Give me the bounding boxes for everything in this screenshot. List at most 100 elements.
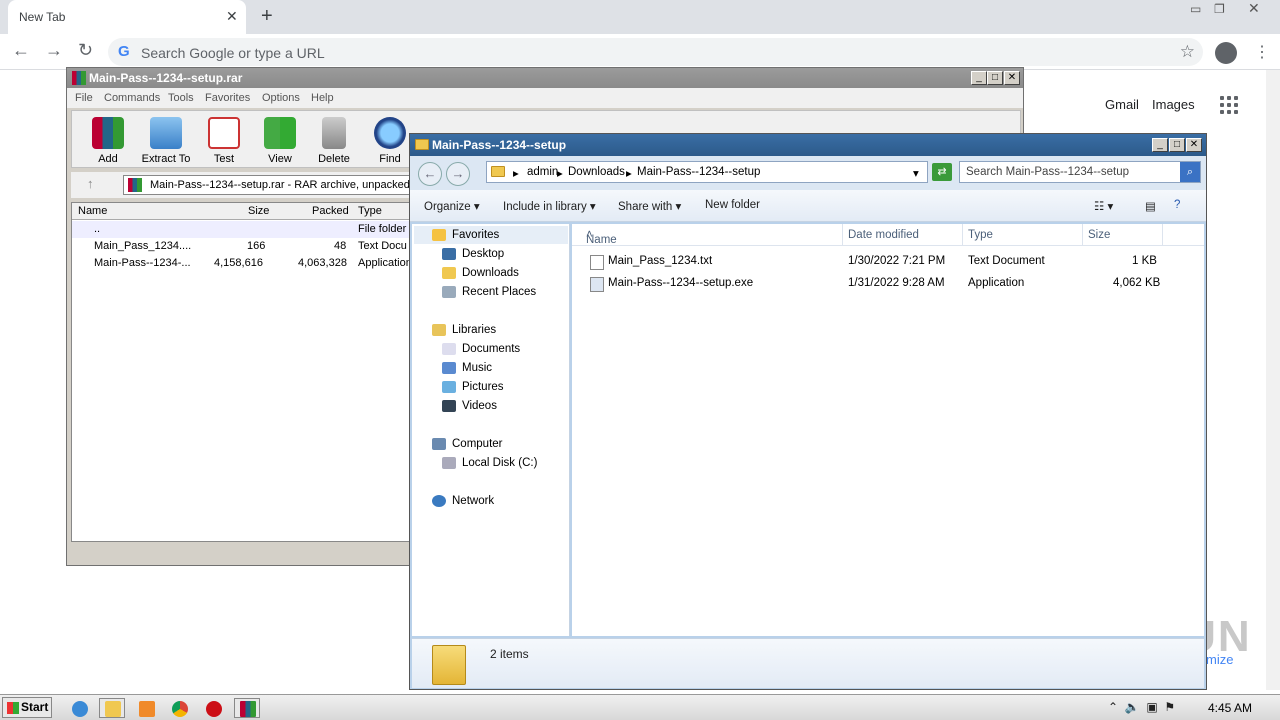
col-packed[interactable]: Packed [312, 205, 349, 217]
nav-recent-places[interactable]: Recent Places [442, 286, 536, 298]
explorer-minimize-button[interactable]: _ [1152, 138, 1168, 152]
chrome-tab-bar: New Tab ✕ + ▭ ❐ ✕ [0, 0, 1280, 34]
start-button[interactable]: Start [2, 697, 52, 718]
include-in-library-button[interactable]: Include in library ▾ [503, 199, 596, 213]
nav-videos[interactable]: Videos [442, 400, 497, 412]
forward-icon[interactable]: → [446, 162, 470, 186]
winrar-minimize-button[interactable]: _ [971, 71, 987, 85]
table-row[interactable]: Main_Pass_1234.txt 1/30/2022 7:21 PM Tex… [572, 251, 1204, 273]
reload-icon[interactable]: ↻ [78, 40, 93, 61]
videos-icon [442, 400, 456, 412]
table-row[interactable]: Main-Pass--1234--setup.exe 1/31/2022 9:2… [572, 273, 1204, 295]
nav-local-disk[interactable]: Local Disk (C:) [442, 457, 537, 469]
nav-music[interactable]: Music [442, 362, 492, 374]
share-with-button[interactable]: Share with ▾ [618, 199, 681, 213]
gmail-link[interactable]: Gmail [1105, 97, 1139, 112]
nav-documents[interactable]: Documents [442, 343, 520, 355]
magnifier-icon [374, 117, 406, 149]
nav-downloads[interactable]: Downloads [442, 267, 519, 279]
nav-favorites-label[interactable]: Favorites [432, 229, 499, 241]
search-input[interactable]: Search Main-Pass--1234--setup ⌕ [959, 161, 1201, 183]
apps-grid-icon[interactable] [1220, 96, 1240, 114]
system-tray[interactable]: ⌃ 🔈 ▣ ⚑ [1108, 700, 1175, 714]
menu-options[interactable]: Options [262, 92, 300, 104]
menu-commands[interactable]: Commands [104, 92, 160, 104]
winrar-maximize-button[interactable]: □ [987, 71, 1003, 85]
winrar-title: Main-Pass--1234--setup.rar [89, 71, 243, 85]
breadcrumb-folder[interactable]: Main-Pass--1234--setup [637, 166, 760, 178]
forward-icon[interactable]: → [45, 40, 63, 61]
ie-taskbar-icon[interactable] [66, 698, 92, 718]
up-arrow-icon[interactable]: ↑ [87, 176, 94, 191]
nav-network[interactable]: Network [432, 495, 494, 507]
media-player-taskbar-icon[interactable] [133, 698, 159, 718]
new-tab-icon[interactable]: + [261, 5, 273, 28]
winrar-titlebar[interactable]: Main-Pass--1234--setup.rar _ □ ✕ [67, 68, 1023, 88]
recent-places-icon [442, 286, 456, 298]
close-window-icon[interactable]: ✕ [1248, 0, 1260, 17]
chrome-taskbar-icon[interactable] [166, 698, 192, 718]
explorer-window: Main-Pass--1234--setup _ □ ✕ ← → ▸ admin… [409, 133, 1207, 690]
col-type[interactable]: Type [968, 229, 993, 241]
view-options-icon[interactable]: ☷ ▾ [1094, 199, 1113, 213]
bookmark-star-icon[interactable]: ☆ [1180, 42, 1195, 62]
col-type[interactable]: Type [358, 205, 382, 217]
images-link[interactable]: Images [1152, 97, 1195, 112]
text-file-icon [590, 255, 604, 270]
new-folder-button[interactable]: New folder [705, 199, 760, 211]
tab-close-icon[interactable]: ✕ [226, 8, 238, 25]
address-dropdown-icon[interactable]: ▾ [913, 166, 919, 180]
explorer-taskbar-icon[interactable] [99, 698, 125, 718]
help-icon[interactable]: ? [1174, 199, 1180, 211]
omnibox[interactable]: G Search Google or type a URL ☆ [108, 38, 1203, 66]
test-clipboard-icon [208, 117, 240, 149]
menu-help[interactable]: Help [311, 92, 334, 104]
chrome-toolbar: ← → ↻ G Search Google or type a URL ☆ [0, 34, 1280, 70]
music-icon [442, 362, 456, 374]
opera-taskbar-icon[interactable] [200, 698, 226, 718]
explorer-close-button[interactable]: ✕ [1186, 138, 1202, 152]
explorer-titlebar[interactable]: Main-Pass--1234--setup _ □ ✕ [410, 134, 1206, 156]
profile-avatar[interactable] [1215, 42, 1237, 64]
menu-kebab-icon[interactable]: ⋮ [1254, 42, 1270, 62]
nav-libraries[interactable]: Libraries [432, 324, 496, 336]
preview-pane-icon[interactable]: ▤ [1145, 199, 1156, 213]
breadcrumb-admin[interactable]: admin [527, 166, 558, 178]
explorer-maximize-button[interactable]: □ [1169, 138, 1185, 152]
col-name[interactable]: Name [78, 205, 107, 217]
extract-to-button[interactable]: Extract To [138, 117, 194, 165]
menu-favorites[interactable]: Favorites [205, 92, 250, 104]
add-button[interactable]: Add [80, 117, 136, 165]
menu-file[interactable]: File [75, 92, 93, 104]
minimize-icon[interactable]: ▭ [1190, 2, 1201, 16]
winrar-taskbar-icon[interactable] [234, 698, 260, 718]
breadcrumb[interactable]: ▸ admin ▸ Downloads ▸ Main-Pass--1234--s… [486, 161, 928, 183]
col-size[interactable]: Size [248, 205, 269, 217]
delete-button[interactable]: Delete [306, 117, 362, 165]
nav-desktop[interactable]: Desktop [442, 248, 504, 260]
view-button[interactable]: View [252, 117, 308, 165]
downloads-icon [442, 267, 456, 279]
organize-button[interactable]: Organize ▾ [424, 199, 480, 213]
col-date-modified[interactable]: Date modified [848, 229, 919, 241]
rar-archive-icon [128, 178, 142, 192]
tab-new-tab[interactable]: New Tab ✕ [8, 0, 246, 34]
navigation-pane: Favorites Desktop Downloads Recent Place… [412, 224, 570, 636]
file-list: Name ˄ Date modified Type Size Main_Pass… [572, 224, 1204, 636]
nav-computer[interactable]: Computer [432, 438, 503, 450]
refresh-icon[interactable]: ⇄ [932, 163, 952, 181]
search-icon[interactable]: ⌕ [1180, 162, 1200, 182]
clock[interactable]: 4:45 AM [1208, 701, 1252, 715]
menu-tools[interactable]: Tools [168, 92, 194, 104]
winrar-close-button[interactable]: ✕ [1004, 71, 1020, 85]
back-icon[interactable]: ← [12, 40, 30, 61]
nav-pictures[interactable]: Pictures [442, 381, 504, 393]
col-name[interactable]: Name ˄ [586, 229, 617, 246]
breadcrumb-downloads[interactable]: Downloads [568, 166, 625, 178]
page-scrollbar[interactable] [1266, 70, 1280, 690]
restore-icon[interactable]: ❐ [1214, 2, 1225, 16]
col-size[interactable]: Size [1088, 229, 1110, 241]
test-button[interactable]: Test [196, 117, 252, 165]
item-count: 2 items [490, 647, 529, 661]
back-icon[interactable]: ← [418, 162, 442, 186]
